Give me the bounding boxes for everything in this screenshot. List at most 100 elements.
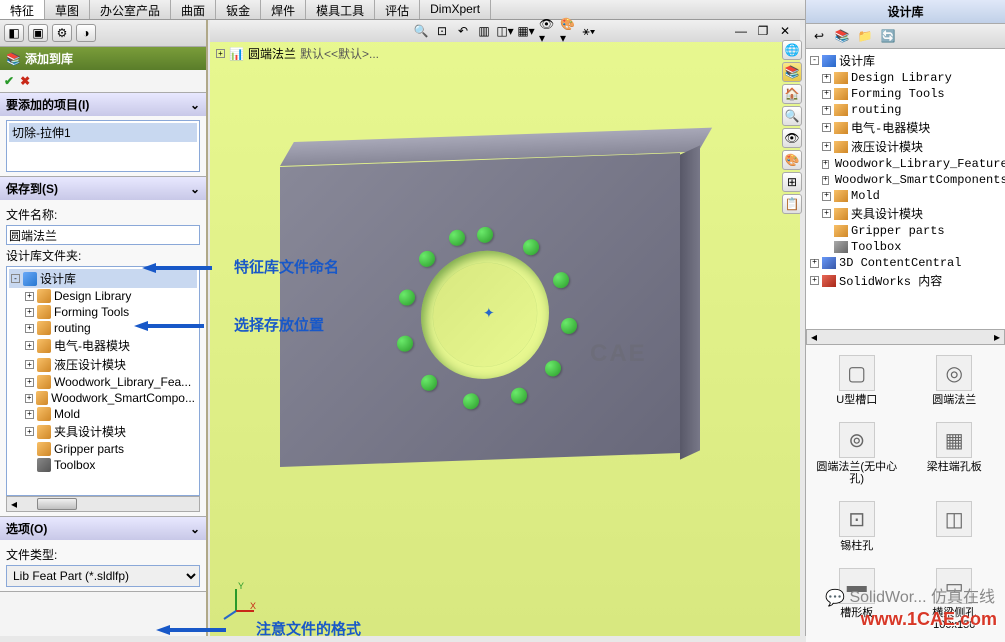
pm-tab-config-icon[interactable]: ⚙ bbox=[52, 24, 72, 42]
expand-icon[interactable]: + bbox=[822, 123, 831, 132]
taskpane-custom2-icon[interactable]: 📋 bbox=[782, 194, 802, 214]
tree-item[interactable]: Gripper parts bbox=[808, 223, 1003, 239]
view-orient-icon[interactable]: ◫▾ bbox=[496, 23, 514, 39]
tab-feature[interactable]: 特征 bbox=[0, 0, 45, 19]
tree-item[interactable]: +Woodwork_Library_Features bbox=[808, 156, 1003, 172]
filename-input[interactable] bbox=[6, 225, 200, 245]
minimize-button[interactable]: — bbox=[732, 23, 750, 39]
expand-icon[interactable]: + bbox=[25, 360, 34, 369]
expand-icon[interactable]: - bbox=[11, 274, 20, 283]
expand-icon[interactable]: + bbox=[822, 142, 831, 151]
pm-tab-feature-icon[interactable]: ◧ bbox=[4, 24, 24, 42]
expand-icon[interactable]: + bbox=[822, 90, 831, 99]
tree-item[interactable]: Toolbox bbox=[808, 239, 1003, 255]
breadcrumb-config[interactable]: 默认<<默认>... bbox=[300, 45, 379, 62]
display-style-icon[interactable]: ▦▾ bbox=[517, 23, 535, 39]
tree-item[interactable]: +routing bbox=[808, 102, 1003, 118]
tree-item[interactable]: +电气-电器模块 bbox=[808, 118, 1003, 137]
section-options-header[interactable]: 选项(O) ⌄ bbox=[0, 517, 206, 540]
collapse-icon[interactable]: ⌄ bbox=[190, 182, 200, 196]
list-item[interactable]: 切除-拉伸1 bbox=[9, 123, 197, 142]
tab-eval[interactable]: 评估 bbox=[375, 0, 420, 19]
expand-icon[interactable]: + bbox=[810, 276, 819, 285]
thumb-item[interactable]: ◫ bbox=[910, 497, 1000, 556]
horizontal-scrollbar[interactable]: ◂ bbox=[6, 496, 200, 512]
apply-scene-icon[interactable]: ⚹▾ bbox=[580, 23, 598, 39]
expand-icon[interactable]: + bbox=[822, 176, 829, 185]
taskpane-resources-icon[interactable]: 🌐 bbox=[782, 40, 802, 60]
close-button[interactable]: ✕ bbox=[776, 23, 794, 39]
tab-weld[interactable]: 焊件 bbox=[261, 0, 306, 19]
chart-icon[interactable]: 📊 bbox=[229, 47, 244, 61]
expand-icon[interactable]: - bbox=[810, 56, 819, 65]
tree-item[interactable]: +3D ContentCentral bbox=[808, 255, 1003, 271]
expand-icon[interactable]: + bbox=[25, 308, 34, 317]
restore-button[interactable]: ❐ bbox=[754, 23, 772, 39]
tree-root[interactable]: -设计库 bbox=[808, 51, 1003, 70]
expand-icon[interactable]: + bbox=[25, 427, 34, 436]
scene-icon[interactable]: 🎨▾ bbox=[559, 23, 577, 39]
expand-icon[interactable]: + bbox=[25, 394, 33, 403]
pm-tab-display-icon[interactable]: ◑ bbox=[76, 24, 96, 42]
zoom-fit-icon[interactable]: 🔍 bbox=[412, 23, 430, 39]
expand-icon[interactable]: + bbox=[822, 160, 829, 169]
tree-item[interactable]: +电气-电器模块 bbox=[9, 336, 197, 355]
ok-button[interactable]: ✔ bbox=[4, 74, 14, 88]
tree-item[interactable]: +Mold bbox=[808, 188, 1003, 204]
items-listbox[interactable]: 切除-拉伸1 bbox=[6, 120, 200, 172]
expand-icon[interactable]: + bbox=[25, 292, 34, 301]
tree-item[interactable]: +夹具设计模块 bbox=[808, 204, 1003, 223]
tree-item[interactable]: +液压设计模块 bbox=[9, 355, 197, 374]
collapse-icon[interactable]: ⌄ bbox=[190, 522, 200, 536]
taskpane-search-icon[interactable]: 🔍 bbox=[782, 106, 802, 126]
thumb-item[interactable]: ▢U型槽口 bbox=[812, 351, 902, 410]
expand-icon[interactable]: + bbox=[822, 209, 831, 218]
tab-sheetmetal[interactable]: 钣金 bbox=[216, 0, 261, 19]
thumb-item[interactable]: ⊡锡柱孔 bbox=[812, 497, 902, 556]
expand-icon[interactable]: + bbox=[25, 378, 34, 387]
hide-show-icon[interactable]: 👁▾ bbox=[538, 23, 556, 39]
cancel-button[interactable]: ✖ bbox=[20, 74, 30, 88]
collapse-icon[interactable]: ⌄ bbox=[190, 98, 200, 112]
thumb-item[interactable]: ◎圆端法兰 bbox=[910, 351, 1000, 410]
thumb-item[interactable]: ▦梁柱端孔板 bbox=[910, 418, 1000, 489]
expand-icon[interactable]: + bbox=[216, 49, 225, 58]
taskpane-explorer-icon[interactable]: 🏠 bbox=[782, 84, 802, 104]
expand-icon[interactable]: + bbox=[822, 106, 831, 115]
zoom-area-icon[interactable]: ⊡ bbox=[433, 23, 451, 39]
add-lib-icon[interactable]: 📚 bbox=[832, 27, 852, 45]
prev-view-icon[interactable]: ↶ bbox=[454, 23, 472, 39]
breadcrumb-part[interactable]: 圆端法兰 bbox=[248, 45, 296, 62]
taskpane-designlib-icon[interactable]: 📚 bbox=[782, 62, 802, 82]
tree-item[interactable]: +SolidWorks 内容 bbox=[808, 271, 1003, 290]
tree-item[interactable]: Toolbox bbox=[9, 457, 197, 473]
expand-icon[interactable]: + bbox=[25, 410, 34, 419]
expand-icon[interactable]: + bbox=[822, 74, 831, 83]
tree-item[interactable]: Gripper parts bbox=[9, 441, 197, 457]
refresh-icon[interactable]: 🔄 bbox=[878, 27, 898, 45]
section-saveto-header[interactable]: 保存到(S) ⌄ bbox=[0, 177, 206, 200]
tree-item[interactable]: +Forming Tools bbox=[808, 86, 1003, 102]
tab-mold[interactable]: 模具工具 bbox=[306, 0, 375, 19]
pm-tab-prop-icon[interactable]: ▣ bbox=[28, 24, 48, 42]
tree-item[interactable]: +Design Library bbox=[9, 288, 197, 304]
tab-dimxpert[interactable]: DimXpert bbox=[420, 0, 491, 19]
tree-item[interactable]: +Woodwork_SmartComponents bbox=[808, 172, 1003, 188]
expand-icon[interactable]: + bbox=[25, 341, 34, 350]
tab-office[interactable]: 办公室产品 bbox=[90, 0, 171, 19]
section-items-header[interactable]: 要添加的项目(I) ⌄ bbox=[0, 93, 206, 116]
tree-item[interactable]: +液压设计模块 bbox=[808, 137, 1003, 156]
expand-icon[interactable]: + bbox=[25, 324, 34, 333]
tree-item[interactable]: +夹具设计模块 bbox=[9, 422, 197, 441]
folder-tree[interactable]: - 设计库 +Design Library +Forming Tools +ro… bbox=[6, 266, 200, 496]
filetype-select[interactable]: Lib Feat Part (*.sldlfp) bbox=[6, 565, 200, 587]
expand-icon[interactable]: + bbox=[822, 192, 831, 201]
taskpane-view-icon[interactable]: 👁 bbox=[782, 128, 802, 148]
back-icon[interactable]: ↩ bbox=[809, 27, 829, 45]
thumb-item[interactable]: ⊚圆端法兰(无中心孔) bbox=[812, 418, 902, 489]
taskpane-appearance-icon[interactable]: 🎨 bbox=[782, 150, 802, 170]
add-folder-icon[interactable]: 📁 bbox=[855, 27, 875, 45]
tree-item[interactable]: +Design Library bbox=[808, 70, 1003, 86]
expand-icon[interactable]: + bbox=[810, 259, 819, 268]
horizontal-scrollbar[interactable]: ◂ ▸ bbox=[806, 329, 1005, 345]
